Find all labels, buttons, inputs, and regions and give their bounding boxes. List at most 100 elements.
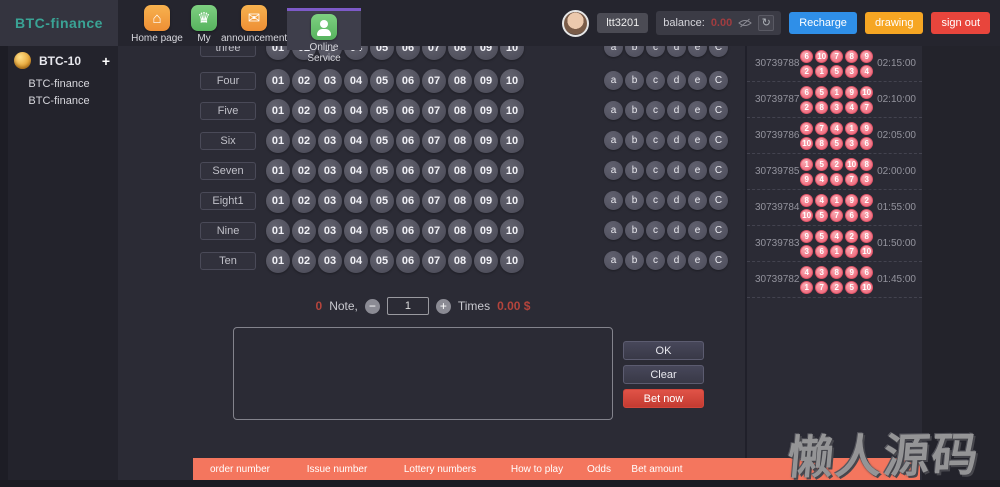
- number-ball-05[interactable]: 05: [370, 249, 394, 273]
- number-ball-10[interactable]: 10: [500, 69, 524, 93]
- sidebar-game-btc10[interactable]: BTC-10 +: [14, 52, 110, 69]
- number-ball-08[interactable]: 08: [448, 219, 472, 243]
- decrease-button[interactable]: −: [365, 299, 380, 314]
- number-ball-10[interactable]: 10: [500, 219, 524, 243]
- row-label-eight1[interactable]: Eight1: [200, 192, 256, 210]
- letter-ball-C[interactable]: C: [709, 101, 728, 120]
- sidebar-link-btc-finance-1[interactable]: BTC-finance: [0, 78, 118, 90]
- number-ball-06[interactable]: 06: [396, 129, 420, 153]
- letter-ball-b[interactable]: b: [625, 251, 644, 270]
- expand-plus-icon[interactable]: +: [102, 53, 110, 69]
- letter-ball-d[interactable]: d: [667, 191, 686, 210]
- number-ball-02[interactable]: 02: [292, 159, 316, 183]
- letter-ball-a[interactable]: a: [604, 71, 623, 90]
- letter-ball-b[interactable]: b: [625, 101, 644, 120]
- number-ball-04[interactable]: 04: [344, 219, 368, 243]
- number-ball-06[interactable]: 06: [396, 219, 420, 243]
- number-ball-03[interactable]: 03: [318, 159, 342, 183]
- number-ball-05[interactable]: 05: [370, 219, 394, 243]
- number-ball-08[interactable]: 08: [448, 249, 472, 273]
- row-label-ten[interactable]: Ten: [200, 252, 256, 270]
- number-ball-01[interactable]: 01: [266, 219, 290, 243]
- letter-ball-b[interactable]: b: [625, 71, 644, 90]
- number-ball-07[interactable]: 07: [422, 99, 446, 123]
- letter-ball-e[interactable]: e: [688, 101, 707, 120]
- nav-home-page[interactable]: ⌂ Home page: [128, 5, 186, 44]
- number-ball-01[interactable]: 01: [266, 189, 290, 213]
- number-ball-02[interactable]: 02: [292, 69, 316, 93]
- letter-ball-c[interactable]: c: [646, 131, 665, 150]
- number-ball-06[interactable]: 06: [396, 249, 420, 273]
- row-label-five[interactable]: Five: [200, 102, 256, 120]
- ok-button[interactable]: OK: [623, 341, 704, 360]
- number-ball-02[interactable]: 02: [292, 99, 316, 123]
- row-label-nine[interactable]: Nine: [200, 222, 256, 240]
- letter-ball-a[interactable]: a: [604, 131, 623, 150]
- number-ball-08[interactable]: 08: [448, 69, 472, 93]
- letter-ball-d[interactable]: d: [667, 131, 686, 150]
- letter-ball-d[interactable]: d: [667, 221, 686, 240]
- letter-ball-e[interactable]: e: [688, 191, 707, 210]
- number-ball-08[interactable]: 08: [448, 189, 472, 213]
- number-ball-04[interactable]: 04: [344, 99, 368, 123]
- number-ball-10[interactable]: 10: [500, 99, 524, 123]
- letter-ball-e[interactable]: e: [688, 71, 707, 90]
- letter-ball-a[interactable]: a: [604, 101, 623, 120]
- number-ball-03[interactable]: 03: [318, 69, 342, 93]
- row-label-four[interactable]: Four: [200, 72, 256, 90]
- bet-now-button[interactable]: Bet now: [623, 389, 704, 408]
- number-ball-09[interactable]: 09: [474, 69, 498, 93]
- nav-online-service[interactable]: Online Service: [287, 8, 361, 50]
- letter-ball-a[interactable]: a: [604, 221, 623, 240]
- row-label-six[interactable]: Six: [200, 132, 256, 150]
- number-ball-06[interactable]: 06: [396, 99, 420, 123]
- number-ball-04[interactable]: 04: [344, 189, 368, 213]
- number-ball-01[interactable]: 01: [266, 69, 290, 93]
- number-ball-08[interactable]: 08: [448, 129, 472, 153]
- letter-ball-c[interactable]: c: [646, 221, 665, 240]
- number-ball-09[interactable]: 09: [474, 99, 498, 123]
- letter-ball-a[interactable]: a: [604, 161, 623, 180]
- number-ball-02[interactable]: 02: [292, 129, 316, 153]
- recharge-button[interactable]: Recharge: [789, 12, 857, 34]
- refresh-balance-icon[interactable]: ↻: [758, 15, 774, 31]
- number-ball-07[interactable]: 07: [422, 129, 446, 153]
- number-ball-01[interactable]: 01: [266, 159, 290, 183]
- number-ball-07[interactable]: 07: [422, 249, 446, 273]
- letter-ball-c[interactable]: c: [646, 161, 665, 180]
- letter-ball-b[interactable]: b: [625, 221, 644, 240]
- number-ball-07[interactable]: 07: [422, 159, 446, 183]
- sign-out-button[interactable]: sign out: [931, 12, 990, 34]
- number-ball-02[interactable]: 02: [292, 219, 316, 243]
- row-label-seven[interactable]: Seven: [200, 162, 256, 180]
- letter-ball-d[interactable]: d: [667, 251, 686, 270]
- letter-ball-d[interactable]: d: [667, 101, 686, 120]
- number-ball-01[interactable]: 01: [266, 99, 290, 123]
- number-ball-08[interactable]: 08: [448, 159, 472, 183]
- avatar[interactable]: [562, 10, 589, 37]
- letter-ball-C[interactable]: C: [709, 221, 728, 240]
- number-ball-06[interactable]: 06: [396, 69, 420, 93]
- number-ball-09[interactable]: 09: [474, 129, 498, 153]
- number-ball-09[interactable]: 09: [474, 189, 498, 213]
- number-ball-10[interactable]: 10: [500, 249, 524, 273]
- number-ball-04[interactable]: 04: [344, 159, 368, 183]
- letter-ball-e[interactable]: e: [688, 251, 707, 270]
- letter-ball-a[interactable]: a: [604, 191, 623, 210]
- number-ball-06[interactable]: 06: [396, 189, 420, 213]
- clear-button[interactable]: Clear: [623, 365, 704, 384]
- number-ball-07[interactable]: 07: [422, 69, 446, 93]
- drawing-button[interactable]: drawing: [865, 12, 924, 34]
- number-ball-08[interactable]: 08: [448, 99, 472, 123]
- letter-ball-c[interactable]: c: [646, 71, 665, 90]
- letter-ball-e[interactable]: e: [688, 161, 707, 180]
- number-ball-02[interactable]: 02: [292, 189, 316, 213]
- number-ball-10[interactable]: 10: [500, 159, 524, 183]
- letter-ball-c[interactable]: c: [646, 191, 665, 210]
- number-ball-03[interactable]: 03: [318, 219, 342, 243]
- number-ball-09[interactable]: 09: [474, 219, 498, 243]
- number-ball-01[interactable]: 01: [266, 249, 290, 273]
- number-ball-10[interactable]: 10: [500, 129, 524, 153]
- number-ball-03[interactable]: 03: [318, 249, 342, 273]
- number-ball-09[interactable]: 09: [474, 249, 498, 273]
